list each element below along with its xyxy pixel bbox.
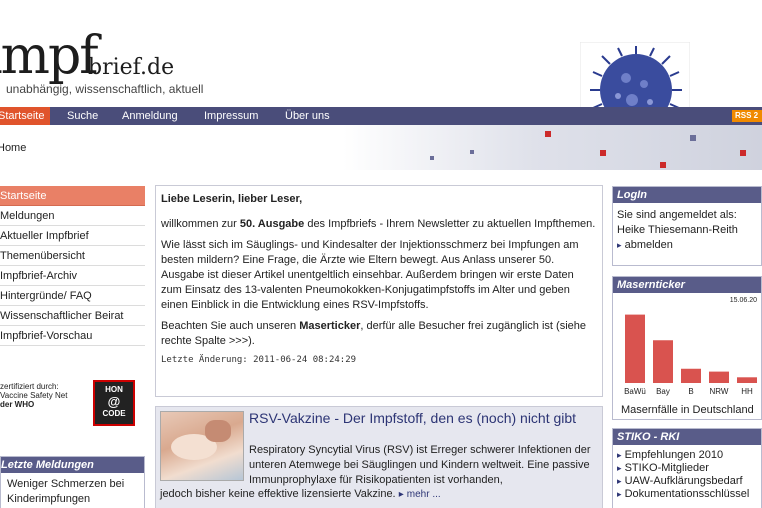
decor-square bbox=[740, 150, 746, 156]
ticker-link[interactable]: Maserticker bbox=[299, 320, 360, 332]
latest-news-box: Letzte Meldungen Weniger Schmerzen bei K… bbox=[0, 456, 145, 508]
sidebar-item-startseite[interactable]: Startseite bbox=[0, 186, 145, 206]
cert-line: zertifiziert durch: bbox=[0, 382, 59, 391]
bar-nrw bbox=[709, 371, 729, 383]
greeting: Liebe Leserin, lieber Leser, bbox=[161, 193, 303, 205]
arrow-right-icon: ▸ bbox=[617, 476, 622, 486]
article-text: Respiratory Syncytial Virus (RSV) ist Er… bbox=[249, 444, 591, 486]
nav-suche[interactable]: Suche bbox=[61, 107, 104, 125]
welcome-box: Liebe Leserin, lieber Leser, willkommen … bbox=[155, 185, 603, 397]
bar-bay bbox=[653, 340, 673, 383]
issue-number: 50. Ausgabe bbox=[239, 218, 305, 230]
breadcrumb[interactable]: Home bbox=[0, 142, 26, 154]
summary-paragraph: Wie lässt sich im Säuglings- und Kindesa… bbox=[161, 239, 579, 311]
decor-square bbox=[690, 135, 696, 141]
tick-label-b: B bbox=[688, 387, 693, 396]
cert-line: der WHO bbox=[0, 400, 35, 409]
bar-bawü bbox=[625, 314, 645, 383]
cert-line: Vaccine Safety Net bbox=[0, 391, 68, 400]
measles-bar-chart: BaWü Bay B NRW HH bbox=[624, 314, 757, 396]
latest-news-item-line: Kinderimpfungen bbox=[7, 493, 91, 505]
stiko-box: STIKO - RKI ▸ Empfehlungen 2010 ▸ STIKO-… bbox=[612, 428, 762, 508]
article-teaser: RSV-Vakzine - Der Impfstoff, den es (noc… bbox=[155, 406, 603, 508]
latest-news-item[interactable]: Weniger Schmerzen bei Kinderimpfungen bbox=[1, 473, 144, 507]
measles-ticker-box: Masernticker 15.06.20 BaWü Bay B NRW HH Mase… bbox=[612, 276, 762, 420]
stiko-link[interactable]: Dokumentationsschlüssel bbox=[625, 488, 750, 500]
hon-label: CODE bbox=[102, 409, 126, 418]
stiko-link[interactable]: UAW-Aufklärungsbedarf bbox=[625, 475, 743, 487]
stiko-link-row[interactable]: ▸ Dokumentationsschlüssel bbox=[617, 488, 761, 501]
main-nav: Startseite Suche Anmeldung Impressum Übe… bbox=[0, 107, 762, 125]
tick-label-hh: HH bbox=[741, 387, 753, 396]
article-text-continued: jedoch bisher keine effektive lizensiert… bbox=[160, 487, 600, 502]
bar-b bbox=[681, 368, 701, 383]
stiko-link-row[interactable]: ▸ STIKO-Mitglieder bbox=[617, 462, 761, 475]
decor-square bbox=[660, 162, 666, 168]
intro-text: des Impfbriefs - Ihrem Newsletter zu akt… bbox=[304, 218, 596, 230]
intro-text: willkommen zur bbox=[161, 218, 240, 230]
subheader-banner bbox=[0, 125, 762, 170]
sidebar-item-beirat[interactable]: Wissenschaftlicher Beirat bbox=[0, 306, 145, 326]
hon-at-icon: @ bbox=[107, 394, 121, 409]
tagline: unabhängig, wissenschaftlich, aktuell bbox=[6, 82, 204, 96]
arrow-right-icon: ▸ bbox=[617, 450, 622, 460]
note-text: Beachten Sie auch unseren bbox=[161, 320, 300, 332]
logo-brief-text: brief.de bbox=[88, 55, 175, 80]
more-link[interactable]: mehr ... bbox=[407, 489, 441, 500]
nav-ueber-uns[interactable]: Über uns bbox=[279, 107, 336, 125]
nav-anmeldung[interactable]: Anmeldung bbox=[116, 107, 184, 125]
arrow-right-icon: ▸ bbox=[617, 463, 622, 473]
tick-label-nrw: NRW bbox=[710, 387, 729, 396]
stiko-link-row[interactable]: ▸ UAW-Aufklärungsbedarf bbox=[617, 475, 761, 488]
article-title[interactable]: RSV-Vakzine - Der Impfstoff, den es (noc… bbox=[249, 411, 589, 426]
certification-text: zertifiziert durch: Vaccine Safety Net d… bbox=[0, 382, 67, 409]
tick-label-bawü: BaWü bbox=[624, 387, 646, 396]
login-box: LogIn Sie sind angemeldet als: Heike Thi… bbox=[612, 186, 762, 266]
decor-square bbox=[470, 150, 474, 154]
tick-label-bay: Bay bbox=[656, 387, 670, 396]
login-status: Sie sind angemeldet als: bbox=[617, 209, 737, 221]
login-user: Heike Thiesemann-Reith bbox=[617, 224, 738, 236]
sidebar-item-vorschau[interactable]: Impfbrief-Vorschau bbox=[0, 326, 145, 346]
ticker-caption: Masernfälle in Deutschland bbox=[621, 404, 754, 416]
sidebar-item-archiv[interactable]: Impfbrief-Archiv bbox=[0, 266, 145, 286]
nav-startseite[interactable]: Startseite bbox=[0, 107, 51, 125]
stiko-link[interactable]: STIKO-Mitglieder bbox=[625, 462, 709, 474]
logo-impf-text: impf bbox=[0, 26, 98, 86]
logout-row[interactable]: ▸ abmelden bbox=[617, 238, 757, 253]
ticker-note-paragraph: Beachten Sie auch unseren Maserticker, d… bbox=[161, 319, 597, 349]
sidebar-item-aktueller-impfbrief[interactable]: Aktueller Impfbrief bbox=[0, 226, 145, 246]
sidebar-item-meldungen[interactable]: Meldungen bbox=[0, 206, 145, 226]
last-updated: Letzte Änderung: 2011-06-24 08:24:29 bbox=[161, 355, 357, 365]
article-thumbnail[interactable] bbox=[160, 411, 244, 481]
bar-hh bbox=[737, 377, 757, 383]
decor-square bbox=[430, 156, 434, 160]
stiko-link-row[interactable]: ▸ Empfehlungen 2010 bbox=[617, 449, 761, 462]
latest-news-item-line: Weniger Schmerzen bei bbox=[7, 478, 125, 490]
sidebar-item-hintergruende[interactable]: Hintergründe/ FAQ bbox=[0, 286, 145, 306]
thumbnail-shape bbox=[205, 420, 231, 442]
decor-square bbox=[545, 131, 551, 137]
stiko-title: STIKO - RKI bbox=[613, 429, 761, 445]
arrow-right-icon: ▸ bbox=[617, 489, 622, 499]
logo[interactable]: impf brief.de bbox=[0, 28, 300, 84]
article-text-end: jedoch bisher keine effektive lizensiert… bbox=[160, 488, 396, 500]
sidebar-nav: Startseite Meldungen Aktueller Impfbrief… bbox=[0, 186, 145, 346]
ticker-title: Masernticker bbox=[613, 277, 761, 293]
arrow-right-icon: ▸ bbox=[617, 240, 622, 250]
more-arrow-icon: ▸ bbox=[398, 489, 404, 500]
nav-impressum[interactable]: Impressum bbox=[198, 107, 264, 125]
login-title: LogIn bbox=[613, 187, 761, 203]
hon-code-badge[interactable]: HON @ CODE bbox=[93, 380, 135, 426]
latest-news-title: Letzte Meldungen bbox=[1, 457, 144, 473]
logout-link[interactable]: abmelden bbox=[625, 239, 673, 251]
decor-square bbox=[600, 150, 606, 156]
intro-paragraph: willkommen zur 50. Ausgabe des Impfbrief… bbox=[161, 217, 597, 232]
stiko-link[interactable]: Empfehlungen 2010 bbox=[625, 449, 723, 461]
rss-badge[interactable]: RSS 2 bbox=[732, 110, 762, 122]
sidebar-item-themenuebersicht[interactable]: Themenübersicht bbox=[0, 246, 145, 266]
